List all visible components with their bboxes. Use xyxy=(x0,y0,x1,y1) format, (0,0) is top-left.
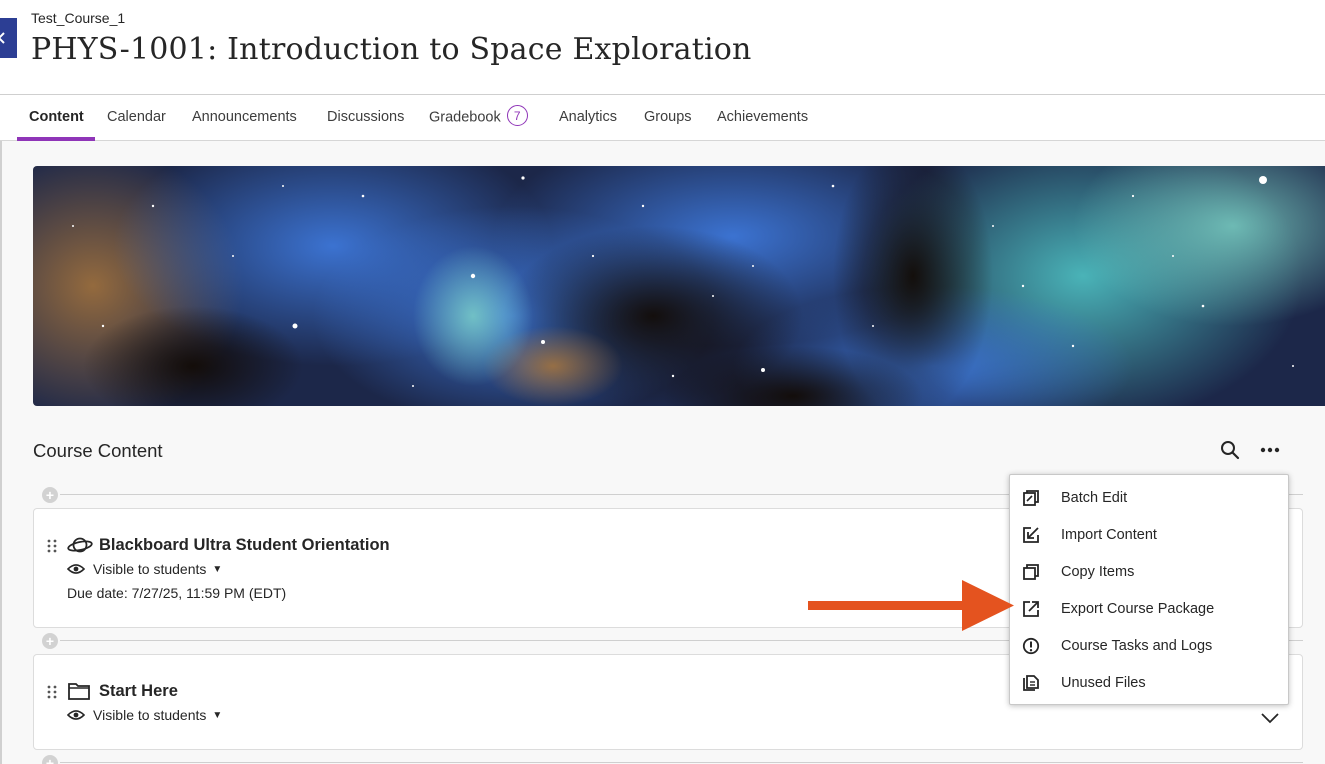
tab-achievements-label: Achievements xyxy=(717,109,809,125)
tab-gradebook-label: Gradebook xyxy=(429,109,501,126)
menu-item-import-content[interactable]: Import Content xyxy=(1010,516,1290,553)
menu-item-label: Unused Files xyxy=(1061,674,1146,691)
folder-icon xyxy=(67,681,91,706)
menu-item-unused-files[interactable]: Unused Files xyxy=(1010,664,1290,701)
menu-item-label: Export Course Package xyxy=(1061,600,1215,617)
menu-item-copy-items[interactable]: Copy Items xyxy=(1010,553,1290,590)
content-item-title[interactable]: Blackboard Ultra Student Orientation xyxy=(99,536,390,555)
drag-handle-icon[interactable] xyxy=(47,685,57,699)
course-nav-tabs: Content Calendar Announcements Discussio… xyxy=(0,95,1325,141)
eye-icon xyxy=(67,710,85,720)
caret-down-icon: ▼ xyxy=(212,563,223,575)
tab-calendar-label: Calendar xyxy=(107,109,166,125)
add-content-plus-icon[interactable]: + xyxy=(42,487,58,503)
menu-item-label: Batch Edit xyxy=(1061,489,1128,506)
drag-handle-icon[interactable] xyxy=(47,539,57,553)
import-icon xyxy=(1021,525,1041,545)
tab-discussions[interactable]: Discussions xyxy=(327,95,404,141)
eye-icon xyxy=(67,564,85,574)
tab-discussions-label: Discussions xyxy=(327,109,405,125)
files-icon xyxy=(1021,673,1041,693)
tab-gradebook[interactable]: Gradebook 7 xyxy=(429,95,528,141)
tab-announcements-label: Announcements xyxy=(192,109,297,125)
divider-line xyxy=(60,762,1303,763)
menu-item-label: Course Tasks and Logs xyxy=(1061,637,1213,654)
batch-edit-icon xyxy=(1021,488,1041,508)
orbit-icon xyxy=(67,535,93,560)
tab-content[interactable]: Content xyxy=(29,95,84,141)
tab-content-label: Content xyxy=(29,109,84,125)
active-tab-indicator xyxy=(17,137,95,141)
tab-announcements[interactable]: Announcements xyxy=(192,95,297,141)
course-header: Test_Course_1 PHYS-1001: Introduction to… xyxy=(0,0,1325,95)
due-date: Due date: 7/27/25, 11:59 PM (EDT) xyxy=(67,585,287,601)
more-options-menu: Batch Edit Import Content Copy Items Exp… xyxy=(1009,474,1289,705)
visibility-label: Visible to students xyxy=(93,561,207,577)
chevron-left-icon xyxy=(0,32,5,44)
tab-calendar[interactable]: Calendar xyxy=(107,95,166,141)
menu-item-batch-edit[interactable]: Batch Edit xyxy=(1010,479,1290,516)
menu-item-export-course-package[interactable]: Export Course Package xyxy=(1010,590,1290,627)
menu-item-label: Copy Items xyxy=(1061,563,1135,580)
search-icon xyxy=(1221,441,1240,460)
course-banner-image xyxy=(33,166,1325,406)
caret-down-icon: ▼ xyxy=(212,709,223,721)
tab-analytics[interactable]: Analytics xyxy=(559,95,617,141)
tab-groups[interactable]: Groups xyxy=(644,95,692,141)
more-options-button[interactable] xyxy=(1258,440,1282,462)
tab-groups-label: Groups xyxy=(644,109,692,125)
visibility-label: Visible to students xyxy=(93,707,207,723)
copy-icon xyxy=(1021,562,1041,582)
visibility-dropdown[interactable]: Visible to students ▼ xyxy=(67,561,222,577)
add-content-plus-icon[interactable]: + xyxy=(42,755,58,764)
page-title: PHYS-1001: Introduction to Space Explora… xyxy=(31,32,752,67)
add-content-divider: + xyxy=(42,754,1303,764)
content-item-title[interactable]: Start Here xyxy=(99,682,178,701)
tab-achievements[interactable]: Achievements xyxy=(717,95,808,141)
menu-item-course-tasks-and-logs[interactable]: Course Tasks and Logs xyxy=(1010,627,1290,664)
alert-circle-icon xyxy=(1021,636,1041,656)
annotation-arrow xyxy=(808,580,1014,631)
export-icon xyxy=(1021,599,1041,619)
search-content-button[interactable] xyxy=(1220,440,1242,462)
course-content-heading: Course Content xyxy=(33,440,163,461)
menu-item-label: Import Content xyxy=(1061,526,1157,543)
more-horizontal-icon xyxy=(1260,447,1280,453)
gradebook-count-badge: 7 xyxy=(506,105,528,126)
course-id: Test_Course_1 xyxy=(31,10,126,26)
visibility-dropdown[interactable]: Visible to students ▼ xyxy=(67,707,222,723)
close-course-button[interactable] xyxy=(0,18,17,58)
expand-chevron-icon[interactable] xyxy=(1260,711,1280,725)
add-content-plus-icon[interactable]: + xyxy=(42,633,58,649)
tab-analytics-label: Analytics xyxy=(559,109,618,125)
